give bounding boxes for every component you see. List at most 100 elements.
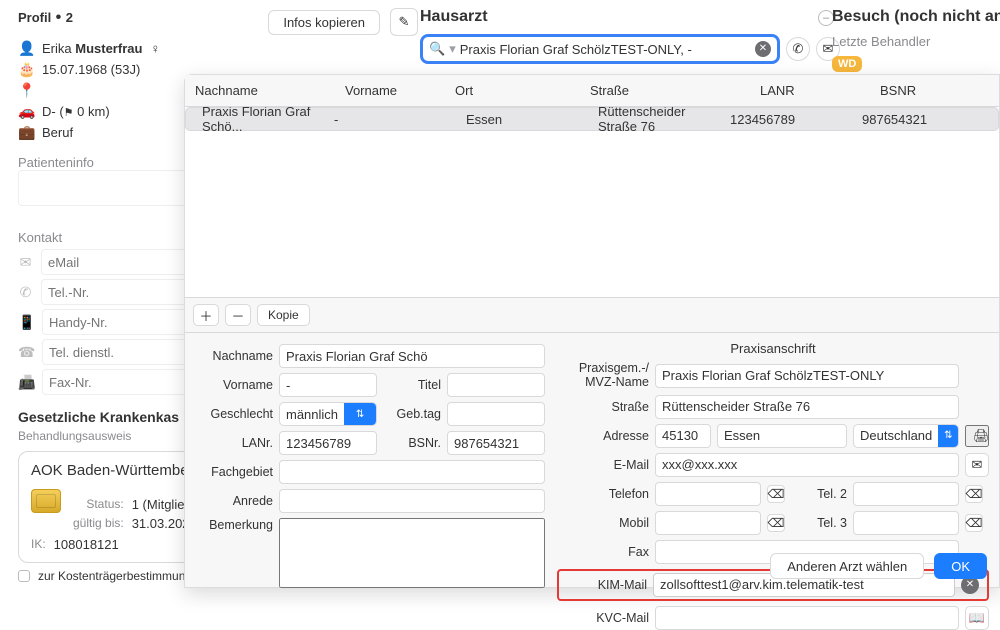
plus-icon: ＋ — [200, 306, 213, 325]
land-select[interactable]: Deutschland ⇅ — [853, 424, 959, 448]
envelope-icon: ✉ — [972, 457, 983, 473]
delete-icon: ⌫ — [966, 516, 983, 530]
bsnr-input[interactable] — [447, 431, 545, 455]
visit-sub: Letzte Behandler — [832, 34, 1000, 49]
mobil-clear-button[interactable]: ⌫ — [767, 514, 785, 532]
telefon-clear-button[interactable]: ⌫ — [767, 485, 785, 503]
vorname-label: Vorname — [195, 378, 273, 392]
praxis-email-input[interactable] — [655, 453, 959, 477]
tel3-clear-button[interactable]: ⌫ — [965, 514, 983, 532]
bsnr-label: BSNr. — [383, 436, 441, 450]
titel-input[interactable] — [447, 373, 545, 397]
add-row-button[interactable]: ＋ — [193, 304, 219, 326]
geschlecht-value: männlich — [280, 407, 344, 422]
pin-icon: 📍 — [18, 82, 34, 99]
kvc-mail-input[interactable] — [655, 606, 959, 630]
vorname-input[interactable] — [279, 373, 377, 397]
form-right: Praxisanschrift Praxisgem.-/ MVZ-Name St… — [557, 339, 989, 551]
strasse-input[interactable] — [655, 395, 959, 419]
table-body[interactable]: Praxis Florian Graf Schö... - Essen Rütt… — [185, 107, 999, 297]
tel2-clear-button[interactable]: ⌫ — [965, 485, 983, 503]
gebtag-label: Geb.tag — [383, 407, 441, 421]
cell-ort: Essen — [460, 112, 592, 127]
fax-label: Fax — [557, 545, 649, 559]
kk-ik-label: IK: — [31, 537, 46, 552]
kvc-label: KVC-Mail — [557, 611, 649, 625]
praxisgem-input[interactable] — [655, 364, 959, 388]
tel3-input[interactable] — [853, 511, 959, 535]
fachgebiet-input[interactable] — [279, 460, 545, 484]
telefon-input[interactable] — [655, 482, 761, 506]
cell-nachname: Praxis Florian Graf Schö... — [196, 107, 328, 134]
kostentraeger-label: zur Kostenträgerbestimmung i — [38, 569, 198, 583]
lanr-input[interactable] — [279, 431, 377, 455]
person-icon: 👤 — [18, 40, 34, 57]
kvc-lookup-button[interactable]: 📖 — [965, 606, 989, 630]
print-address-button[interactable]: 🖨 — [965, 425, 989, 447]
gebtag-input[interactable] — [447, 402, 545, 426]
briefcase-icon: 💼 — [18, 124, 34, 141]
telefon-label: Telefon — [557, 487, 649, 501]
titel-label: Titel — [383, 378, 441, 392]
call-hausarzt-button[interactable]: ✆ — [786, 37, 810, 61]
chevron-updown-icon: ⇅ — [344, 403, 376, 425]
cell-bsnr: 987654321 — [856, 112, 988, 127]
copy-info-button[interactable]: Infos kopieren — [268, 10, 380, 35]
tel2-input[interactable] — [853, 482, 959, 506]
table-row[interactable]: Praxis Florian Graf Schö... - Essen Rütt… — [185, 107, 999, 131]
anrede-input[interactable] — [279, 489, 545, 513]
clear-search-button[interactable]: ✕ — [755, 41, 771, 57]
hausarzt-search[interactable]: 🔍 ▾ ✕ — [420, 34, 780, 64]
delete-icon: ⌫ — [768, 516, 785, 530]
chip-icon — [31, 489, 61, 513]
th-ort[interactable]: Ort — [455, 83, 590, 98]
th-vorname[interactable]: Vorname — [345, 83, 455, 98]
th-strasse[interactable]: Straße — [590, 83, 760, 98]
car-icon: 🚗 — [18, 103, 34, 120]
hausarzt-title: Hausarzt — [420, 8, 840, 26]
th-lanr[interactable]: LANR — [760, 83, 880, 98]
th-bsnr[interactable]: BSNR — [880, 83, 989, 98]
remove-row-button[interactable]: － — [225, 304, 251, 326]
geschlecht-select[interactable]: männlich ⇅ — [279, 402, 377, 426]
adresse-label: Adresse — [557, 429, 649, 443]
tel2-label: Tel. 2 — [797, 487, 847, 501]
other-doctor-button[interactable]: Anderen Arzt wählen — [770, 553, 924, 579]
edit-profile-button[interactable]: ✎ — [390, 8, 418, 36]
doctor-picker-popup: Nachname Vorname Ort Straße LANR BSNR Pr… — [184, 74, 1000, 588]
nachname-input[interactable] — [279, 344, 545, 368]
patient-name-row: 👤 Erika Musterfrau ♀ — [18, 40, 418, 57]
phone-work-icon: ☎ — [18, 344, 34, 361]
copy-row-button[interactable]: Kopie — [257, 304, 310, 326]
praxisanschrift-title: Praxisanschrift — [557, 341, 989, 356]
chevron-down-icon[interactable]: ▾ — [449, 41, 456, 57]
cell-lanr: 123456789 — [724, 112, 856, 127]
ort-input[interactable] — [717, 424, 847, 448]
send-email-button[interactable]: ✉ — [965, 453, 989, 477]
kim-label: KIM-Mail — [561, 578, 647, 592]
hausarzt-search-input[interactable] — [458, 41, 755, 58]
cell-strasse: Rüttenscheider Straße 76 — [592, 107, 724, 134]
form-left: Nachname Vorname Titel Geschlecht männli… — [195, 339, 545, 551]
th-nachname[interactable]: Nachname — [195, 83, 345, 98]
checkbox-kostentraeger[interactable] — [18, 570, 30, 582]
plz-input[interactable] — [655, 424, 711, 448]
delete-icon: ⌫ — [966, 487, 983, 501]
kk-status-label: Status: — [73, 497, 124, 512]
gender-female-icon: ♀ — [150, 41, 160, 56]
pencil-icon: ✎ — [399, 14, 410, 30]
email-label: E-Mail — [557, 458, 649, 472]
mobil-label: Mobil — [557, 516, 649, 530]
printer-icon: 🖨 — [973, 428, 990, 443]
bemerkung-input[interactable] — [279, 518, 545, 588]
book-icon: 📖 — [969, 610, 985, 626]
geschlecht-label: Geschlecht — [195, 407, 273, 421]
kk-ik-value: 108018121 — [54, 537, 198, 552]
chevron-updown-icon: ⇅ — [938, 425, 958, 447]
ok-button[interactable]: OK — [934, 553, 987, 579]
mobil-input[interactable] — [655, 511, 761, 535]
table-toolbar: ＋ － Kopie — [185, 297, 999, 333]
bemerkung-label: Bemerkung — [195, 518, 273, 532]
delete-icon: ⌫ — [768, 487, 785, 501]
table-header: Nachname Vorname Ort Straße LANR BSNR — [185, 75, 999, 107]
